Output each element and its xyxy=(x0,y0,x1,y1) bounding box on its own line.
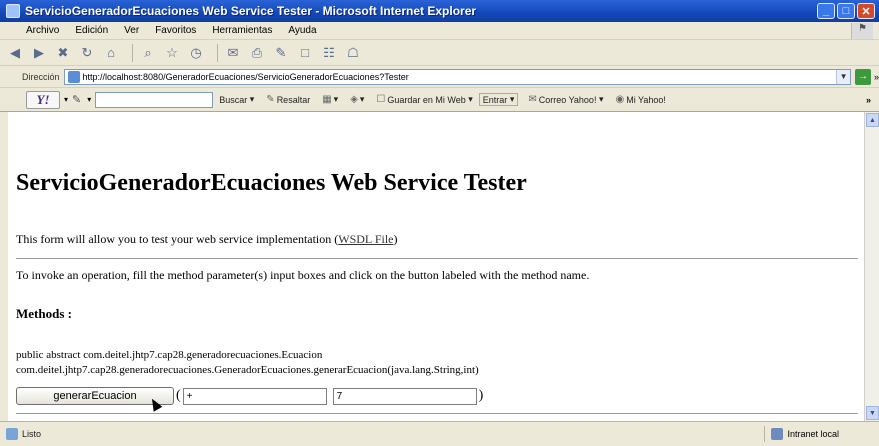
my-yahoo-label: Mi Yahoo! xyxy=(626,94,666,105)
home-icon[interactable]: ⌂ xyxy=(102,44,120,62)
history-icon[interactable]: ◷ xyxy=(187,44,205,62)
research-icon[interactable]: ☷ xyxy=(320,44,338,62)
shield-icon: ◈ xyxy=(350,94,358,105)
close-button[interactable]: ✕ xyxy=(857,3,875,19)
highlight-button[interactable]: ✎ Resaltar xyxy=(260,94,316,105)
standard-toolbar: ◀ ▶ ✖ ↻ ⌂ ⌕ ☆ ◷ ✉ ⎙ ✎ □ ☷ ☖ xyxy=(0,40,879,66)
intro-sentence: This form will allow you to test your we… xyxy=(16,232,339,246)
favorites-star-icon[interactable]: ☆ xyxy=(163,44,181,62)
method-signature-line2: com.deitel.jhtp7.cap28.generadorecuacion… xyxy=(16,364,479,376)
search-label: Buscar xyxy=(219,94,248,105)
highlight-label: Resaltar xyxy=(276,94,311,105)
menu-edicion[interactable]: Edición xyxy=(67,25,116,36)
intro-close: ) xyxy=(393,232,398,246)
search-icon[interactable]: ⌕ xyxy=(139,44,157,62)
minimize-button[interactable]: _ xyxy=(817,3,835,19)
yahoo-search-button[interactable]: Buscar ▾ xyxy=(213,94,260,105)
grid-icon: ▦ xyxy=(322,94,332,105)
links-chevron[interactable]: » xyxy=(874,72,879,82)
forward-icon[interactable]: ▶ xyxy=(30,44,48,62)
pencil-dropdown-icon[interactable]: ▾ xyxy=(87,95,91,104)
page-icon xyxy=(67,70,80,83)
address-input[interactable]: http://localhost:8080/GeneradorEcuacione… xyxy=(63,68,852,85)
stop-icon[interactable]: ✖ xyxy=(54,44,72,62)
invoke-instructions: To invoke an operation, fill the method … xyxy=(16,268,590,282)
wsdl-link[interactable]: WSDL File xyxy=(338,232,393,246)
edit-icon[interactable]: ✎ xyxy=(272,44,290,62)
yahoo-mail-label: Correo Yahoo! xyxy=(538,94,597,105)
title-bar: ServicioGeneradorEcuaciones Web Service … xyxy=(0,0,879,22)
method-signature-line1: public abstract com.deitel.jhtp7.cap28.g… xyxy=(16,349,323,361)
address-label: Dirección xyxy=(22,71,60,82)
go-arrow-icon[interactable]: → xyxy=(855,68,871,85)
status-bar: Listo Intranet local xyxy=(0,421,879,446)
enter-label: Entrar xyxy=(482,94,508,105)
menu-archivo[interactable]: Archivo xyxy=(0,25,67,36)
y-tool-button-1[interactable]: ▦ ▾ xyxy=(316,94,344,105)
address-dropdown-icon[interactable]: ▼ xyxy=(836,69,851,84)
discuss-icon[interactable]: □ xyxy=(296,44,314,62)
divider xyxy=(16,413,858,414)
save-myweb-button[interactable]: ☐ Guardar en Mi Web ▾ xyxy=(370,94,478,105)
menu-ver[interactable]: Ver xyxy=(116,25,147,36)
save-myweb-label: Guardar en Mi Web xyxy=(387,94,466,105)
divider xyxy=(16,258,858,259)
my-yahoo-icon: ◉ xyxy=(615,94,625,105)
highlight-icon: ✎ xyxy=(266,94,275,105)
page-title: ServicioGeneradorEcuaciones Web Service … xyxy=(16,170,527,196)
scroll-down-icon[interactable]: ▼ xyxy=(866,406,879,420)
toolbar-separator xyxy=(132,43,133,62)
vertical-scrollbar[interactable]: ▲ ▼ xyxy=(864,112,879,421)
menu-ayuda[interactable]: Ayuda xyxy=(280,25,324,36)
print-icon[interactable]: ⎙ xyxy=(248,44,266,62)
back-icon[interactable]: ◀ xyxy=(6,44,24,62)
toolbar-separator xyxy=(217,43,218,62)
yahoo-dropdown-icon[interactable]: ▾ xyxy=(64,95,68,104)
yahoo-logo[interactable]: Y! xyxy=(26,90,60,109)
window-title: ServicioGeneradorEcuaciones Web Service … xyxy=(25,4,477,18)
menu-favoritos[interactable]: Favoritos xyxy=(147,25,204,36)
param2-input[interactable]: 7 xyxy=(332,387,477,405)
mail-icon: ✉ xyxy=(528,94,537,105)
enter-button[interactable]: Entrar ▾ xyxy=(478,93,519,106)
operation-row: generarEcuacion ( + 7 ) xyxy=(16,386,485,406)
status-text: Listo xyxy=(22,429,42,439)
param-open: ( xyxy=(176,388,181,403)
security-zone: Intranet local xyxy=(764,426,879,442)
zone-label: Intranet local xyxy=(787,429,839,439)
save-icon: ☐ xyxy=(376,94,386,105)
scroll-up-icon[interactable]: ▲ xyxy=(866,113,879,127)
yahoo-more-chevron[interactable]: » xyxy=(866,95,871,105)
mail-icon[interactable]: ✉ xyxy=(224,44,242,62)
windows-flag-icon: ⚑ xyxy=(851,23,873,39)
methods-heading: Methods : xyxy=(16,306,72,321)
menu-bar: Archivo Edición Ver Favoritos Herramient… xyxy=(0,22,879,40)
my-yahoo-button[interactable]: ◉ Mi Yahoo! xyxy=(609,94,671,105)
yahoo-mail-button[interactable]: ✉ Correo Yahoo! ▾ xyxy=(522,94,609,105)
address-url[interactable]: http://localhost:8080/GeneradorEcuacione… xyxy=(83,72,837,82)
page-done-icon xyxy=(6,428,18,440)
yahoo-toolbar: Y! ▾ ✎ ▾ Buscar ▾ ✎ Resaltar ▦ ▾ ◈ ▾ ☐ Gua… xyxy=(0,88,879,112)
maximize-button[interactable]: □ xyxy=(837,3,855,19)
menu-herramientas[interactable]: Herramientas xyxy=(204,25,280,36)
intro-text: This form will allow you to test your we… xyxy=(16,232,397,247)
pencil-icon[interactable]: ✎ xyxy=(72,93,81,106)
param-close: ) xyxy=(478,388,484,403)
messenger-icon[interactable]: ☖ xyxy=(344,44,362,62)
refresh-icon[interactable]: ↻ xyxy=(78,44,96,62)
address-bar: Dirección http://localhost:8080/Generado… xyxy=(0,66,879,88)
y-tool-button-2[interactable]: ◈ ▾ xyxy=(344,94,370,105)
yahoo-search-input[interactable] xyxy=(95,91,214,108)
intranet-zone-icon xyxy=(771,428,784,440)
param1-input[interactable]: + xyxy=(182,387,327,405)
browser-window: ServicioGeneradorEcuaciones Web Service … xyxy=(0,0,879,446)
ie-icon xyxy=(6,4,20,18)
